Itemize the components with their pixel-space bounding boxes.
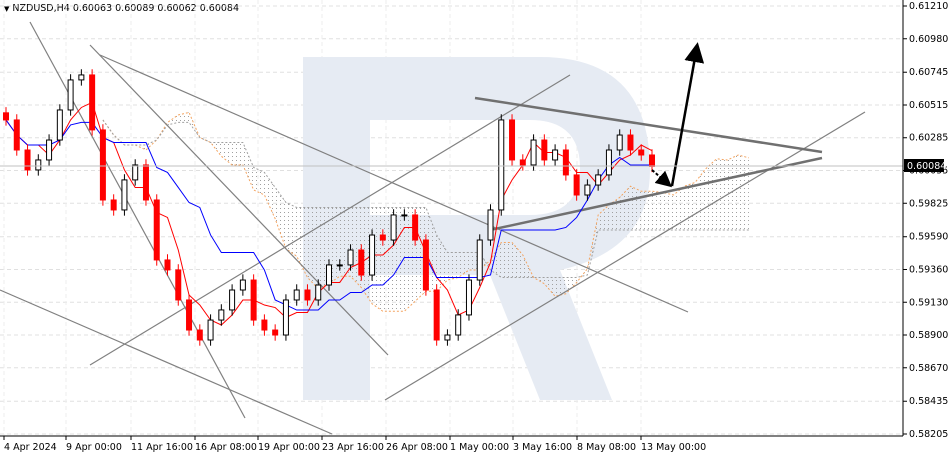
y-tick-label: 0.60515: [909, 100, 948, 111]
y-tick-label: 0.58435: [909, 396, 948, 407]
candle: [369, 229, 376, 281]
candle: [56, 104, 63, 146]
x-tick-label: 11 Apr 16:00: [131, 442, 193, 453]
y-tick-label: 0.60980: [909, 34, 948, 45]
y-tick-label: 0.59825: [909, 198, 948, 209]
candle: [250, 274, 257, 326]
x-tick-label: 26 Apr 08:00: [386, 442, 448, 453]
candle: [562, 144, 569, 181]
candle: [390, 209, 397, 246]
trend-line: [0, 289, 333, 435]
y-tick-label: 0.59130: [909, 297, 948, 308]
candle: [444, 329, 451, 346]
time-axis: 4 Apr 2024 9 Apr 00:00 11 Apr 16:00 16 Apr …: [3, 436, 706, 453]
candle: [530, 134, 537, 171]
x-tick-label: 3 May 16:00: [513, 442, 572, 453]
price-axis: 0.61210 0.60980 0.60745 0.60515 0.60285 0.600…: [903, 1, 948, 440]
candle: [541, 134, 548, 166]
x-tick-label: 13 May 00:00: [641, 442, 706, 453]
candle: [67, 74, 74, 116]
candle: [121, 174, 128, 216]
x-tick-label: 4 Apr 2024: [4, 442, 57, 453]
candle: [498, 114, 505, 216]
candle: [89, 69, 96, 136]
x-tick-label: 23 Apr 16:00: [322, 442, 384, 453]
candle: [35, 154, 42, 176]
current-price-label: 0.60084: [907, 161, 946, 172]
candle: [412, 209, 419, 246]
candle: [465, 274, 472, 321]
x-tick-label: 19 Apr 00:00: [258, 442, 320, 453]
candle: [218, 304, 225, 326]
y-tick-label: 0.60745: [909, 67, 948, 78]
forecast-arrow-down: [651, 169, 673, 188]
x-tick-label: 16 Apr 08:00: [195, 442, 257, 453]
candle: [110, 194, 117, 216]
candle: [132, 159, 139, 186]
y-tick-label: 0.58900: [909, 330, 948, 341]
candle: [358, 244, 365, 281]
x-tick-label: 1 May 00:00: [450, 442, 509, 453]
candle: [272, 324, 279, 341]
x-tick-label: 8 May 08:00: [577, 442, 636, 453]
y-tick-label: 0.59590: [909, 232, 948, 243]
candle: [422, 234, 429, 296]
candle: [78, 69, 85, 86]
x-tick-label: 9 Apr 00:00: [66, 442, 122, 453]
y-tick-label: 0.60285: [909, 133, 948, 144]
candle: [282, 294, 289, 341]
y-tick-label: 0.58205: [909, 429, 948, 440]
candle: [207, 314, 214, 346]
candle: [487, 204, 494, 246]
candle: [13, 114, 20, 156]
candle: [605, 144, 612, 181]
trend-line: [29, 21, 246, 419]
candle: [46, 134, 53, 166]
candle: [153, 194, 160, 266]
candle: [175, 264, 182, 306]
candle: [196, 324, 203, 346]
y-tick-label: 0.59360: [909, 264, 948, 275]
candle: [552, 144, 559, 166]
candle: [509, 114, 516, 166]
candle: [476, 234, 483, 286]
y-tick-label: 0.58670: [909, 363, 948, 374]
candle: [261, 314, 268, 336]
candle: [229, 284, 236, 316]
candle: [186, 294, 193, 336]
candle: [433, 284, 440, 346]
candle: [99, 124, 106, 206]
candle: [239, 274, 246, 296]
price-chart[interactable]: 0.61210 0.60980 0.60745 0.60515 0.60285 0.600…: [0, 0, 948, 458]
triangle-upper-line: [474, 96, 823, 154]
y-tick-label: 0.61210: [909, 1, 948, 12]
candle: [649, 149, 655, 173]
